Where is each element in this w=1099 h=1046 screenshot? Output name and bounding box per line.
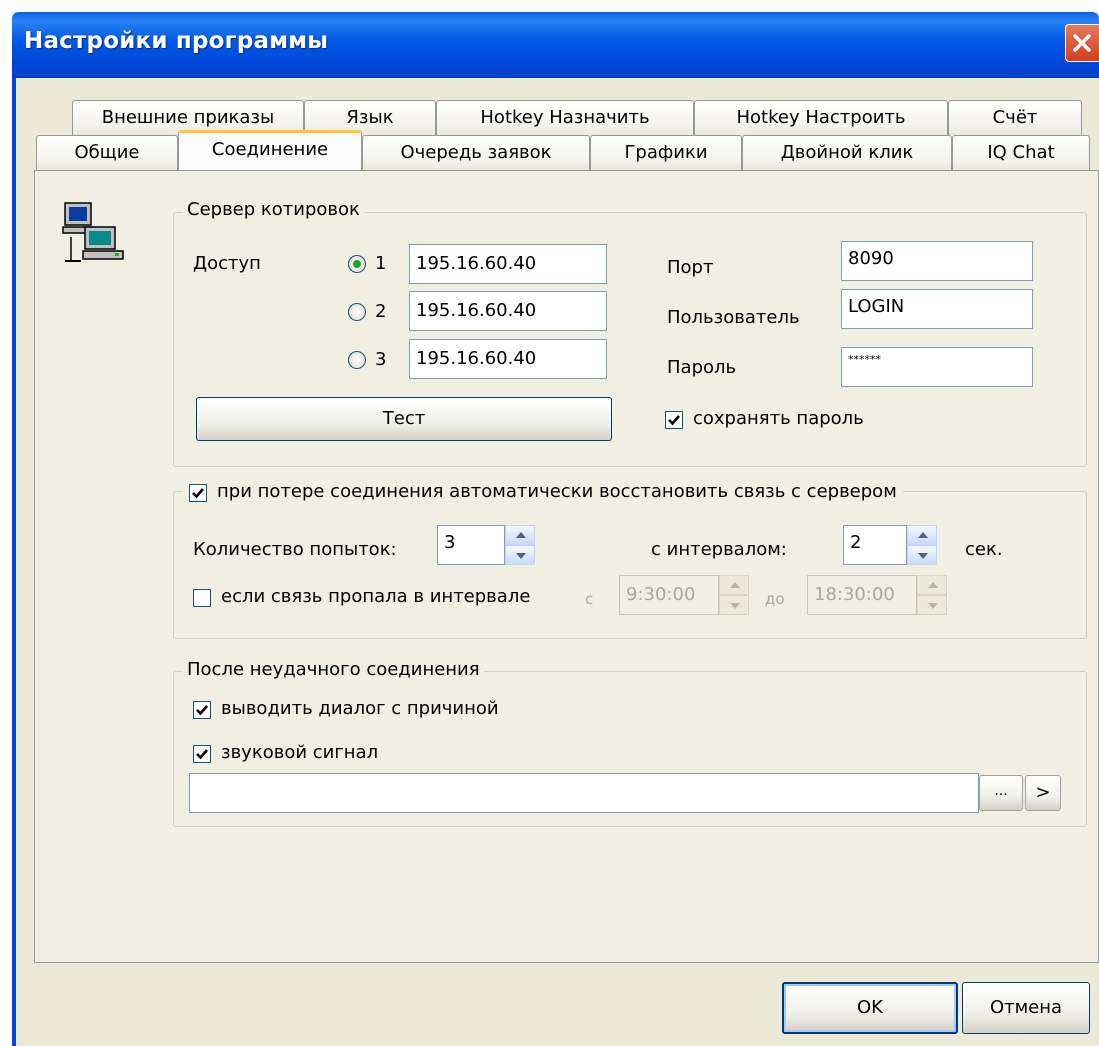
tab-label: Общие: [74, 142, 140, 163]
settings-dialog: Настройки программы Внешние приказы Язык…: [12, 12, 1099, 1046]
server-3-address-input[interactable]: 195.16.60.40: [409, 339, 607, 379]
tab-label: Hotkey Назначить: [480, 107, 650, 128]
server-2-address-input[interactable]: 195.16.60.40: [409, 291, 607, 331]
tab-label: Hotkey Настроить: [736, 107, 906, 128]
server-2-number: 2: [375, 301, 387, 322]
checkmark-icon: [196, 705, 208, 716]
port-input[interactable]: 8090: [841, 241, 1033, 281]
tab-label: Язык: [346, 107, 394, 128]
window-frame-left: [12, 78, 16, 1046]
quote-server-legend: Сервер котировок: [183, 199, 364, 220]
access-label: Доступ: [193, 253, 261, 274]
arrow-up-icon: [516, 532, 526, 538]
title-bar[interactable]: Настройки программы: [12, 12, 1099, 78]
server-1-address-input[interactable]: 195.16.60.40: [409, 244, 607, 284]
port-label: Порт: [667, 257, 714, 278]
arrow-up-icon: [928, 582, 938, 588]
arrow-down-icon: [918, 553, 928, 559]
reconnect-legend: при потере соединения автоматически восс…: [183, 481, 903, 505]
sound-file-input[interactable]: [189, 773, 979, 813]
browse-button[interactable]: ...: [979, 775, 1023, 811]
checkmark-icon: [196, 749, 208, 760]
spin-down-button: [917, 595, 947, 615]
network-computers-icon: [62, 202, 124, 262]
spin-down-button[interactable]: [505, 545, 535, 565]
tab-label: Счёт: [992, 107, 1038, 128]
tab-label: Двойной клик: [780, 142, 914, 163]
from-time-input: 9:30:00: [619, 575, 719, 615]
arrow-down-icon: [516, 553, 526, 559]
test-button[interactable]: Тест: [196, 397, 612, 441]
connection-panel: Сервер котировок Доступ 1 195.16.60.40 2…: [34, 170, 1099, 963]
arrow-down-icon: [928, 603, 938, 609]
tab-hotkey-configure[interactable]: Hotkey Настроить: [694, 100, 948, 135]
cancel-button[interactable]: Отмена: [962, 982, 1090, 1034]
tab-iq-chat[interactable]: IQ Chat: [952, 135, 1090, 170]
attempts-label: Количество попыток:: [193, 539, 397, 560]
interval-unit: сек.: [965, 539, 1003, 560]
after-fail-legend: После неудачного соединения: [183, 659, 484, 680]
interval-label: с интервалом:: [651, 539, 787, 560]
spin-up-button: [719, 575, 749, 595]
time-window-checkbox[interactable]: [193, 589, 211, 607]
interval-spinner[interactable]: [907, 525, 937, 565]
to-time-spinner: [917, 575, 947, 615]
show-dialog-label: выводить диалог с причиной: [221, 698, 499, 719]
tab-label: Очередь заявок: [400, 142, 552, 163]
spin-up-button[interactable]: [907, 525, 937, 545]
close-button[interactable]: [1065, 24, 1099, 62]
password-input[interactable]: ******: [841, 347, 1033, 387]
sound-checkbox[interactable]: [193, 745, 211, 763]
reconnect-checkbox[interactable]: [189, 484, 207, 502]
arrow-up-icon: [730, 582, 740, 588]
user-input[interactable]: LOGIN: [841, 289, 1033, 329]
time-window-label: если связь пропала в интервале: [221, 586, 531, 607]
window-title: Настройки программы: [24, 28, 329, 54]
tab-label: Графики: [624, 142, 708, 163]
tab-double-click[interactable]: Двойной клик: [742, 135, 952, 170]
arrow-up-icon: [918, 532, 928, 538]
attempts-spinner[interactable]: [505, 525, 535, 565]
tab-charts[interactable]: Графики: [590, 135, 742, 170]
interval-input[interactable]: 2: [843, 525, 907, 565]
spin-down-button: [719, 595, 749, 615]
from-time-spinner: [719, 575, 749, 615]
checkmark-icon: [668, 415, 680, 426]
server-3-number: 3: [375, 349, 387, 370]
from-label: с: [585, 590, 594, 608]
ok-button[interactable]: OK: [782, 982, 958, 1034]
tab-label: IQ Chat: [987, 142, 1055, 163]
checkmark-icon: [192, 488, 204, 499]
arrow-down-icon: [730, 603, 740, 609]
play-sound-button[interactable]: >: [1025, 775, 1061, 811]
server-1-radio[interactable]: [348, 255, 366, 273]
tab-account[interactable]: Счёт: [948, 100, 1082, 135]
server-2-radio[interactable]: [348, 303, 366, 321]
tab-order-queue[interactable]: Очередь заявок: [362, 135, 590, 170]
reconnect-group: [173, 491, 1087, 639]
spin-down-button[interactable]: [907, 545, 937, 565]
save-password-label: сохранять пароль: [693, 408, 864, 429]
spin-up-button[interactable]: [505, 525, 535, 545]
server-3-radio[interactable]: [348, 351, 366, 369]
close-icon: [1073, 34, 1091, 52]
password-label: Пароль: [667, 357, 737, 378]
save-password-checkbox[interactable]: [665, 411, 683, 429]
server-1-number: 1: [375, 253, 387, 274]
attempts-input[interactable]: 3: [437, 525, 505, 565]
to-label: до: [765, 590, 785, 608]
tab-label: Внешние приказы: [101, 107, 275, 128]
tab-connection[interactable]: Соединение: [178, 130, 362, 170]
sound-label: звуковой сигнал: [221, 742, 379, 763]
reconnect-label: при потере соединения автоматически восс…: [217, 481, 897, 502]
tab-label: Соединение: [211, 139, 329, 160]
tab-general[interactable]: Общие: [36, 135, 178, 170]
show-dialog-checkbox[interactable]: [193, 701, 211, 719]
to-time-input: 18:30:00: [807, 575, 917, 615]
user-label: Пользователь: [667, 307, 800, 328]
spin-up-button: [917, 575, 947, 595]
tab-hotkey-assign[interactable]: Hotkey Назначить: [436, 100, 694, 135]
